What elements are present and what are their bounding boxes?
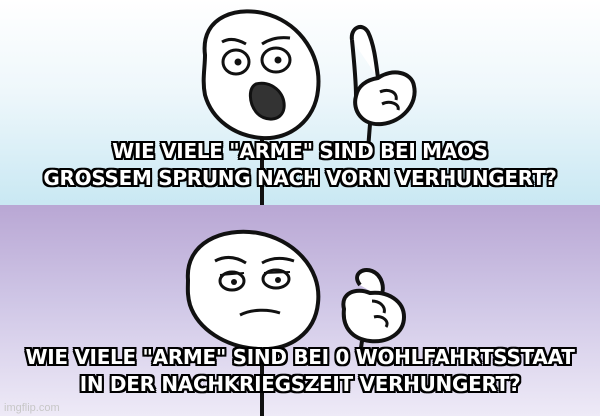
bottom-caption-line-1: WIE VIELE "ARME" SIND BEI 0 WOHLFAHRTSST…: [25, 345, 575, 369]
bottom-panel: WIE VIELE "ARME" SIND BEI 0 WOHLFAHRTSST…: [0, 205, 600, 416]
top-pointing-hand: [349, 24, 417, 151]
bottom-head: [185, 229, 321, 352]
meme-image: WIE VIELE "ARME" SIND BEI MAOS GROSSEM S…: [0, 0, 600, 416]
bottom-curled-hand: [341, 268, 407, 356]
bottom-caption-line-2: IN DER NACHKRIEGSZEIT VERHUNGERT?: [79, 372, 521, 396]
top-caption-line-2: GROSSEM SPRUNG NACH VORN VERHUNGERT?: [43, 166, 557, 190]
top-caption: WIE VIELE "ARME" SIND BEI MAOS GROSSEM S…: [0, 138, 600, 192]
top-panel: WIE VIELE "ARME" SIND BEI MAOS GROSSEM S…: [0, 0, 600, 205]
top-caption-line-1: WIE VIELE "ARME" SIND BEI MAOS: [112, 139, 488, 163]
imgflip-watermark: imgflip.com: [4, 402, 60, 414]
top-head: [201, 9, 321, 141]
bottom-caption: WIE VIELE "ARME" SIND BEI 0 WOHLFAHRTSST…: [0, 344, 600, 398]
